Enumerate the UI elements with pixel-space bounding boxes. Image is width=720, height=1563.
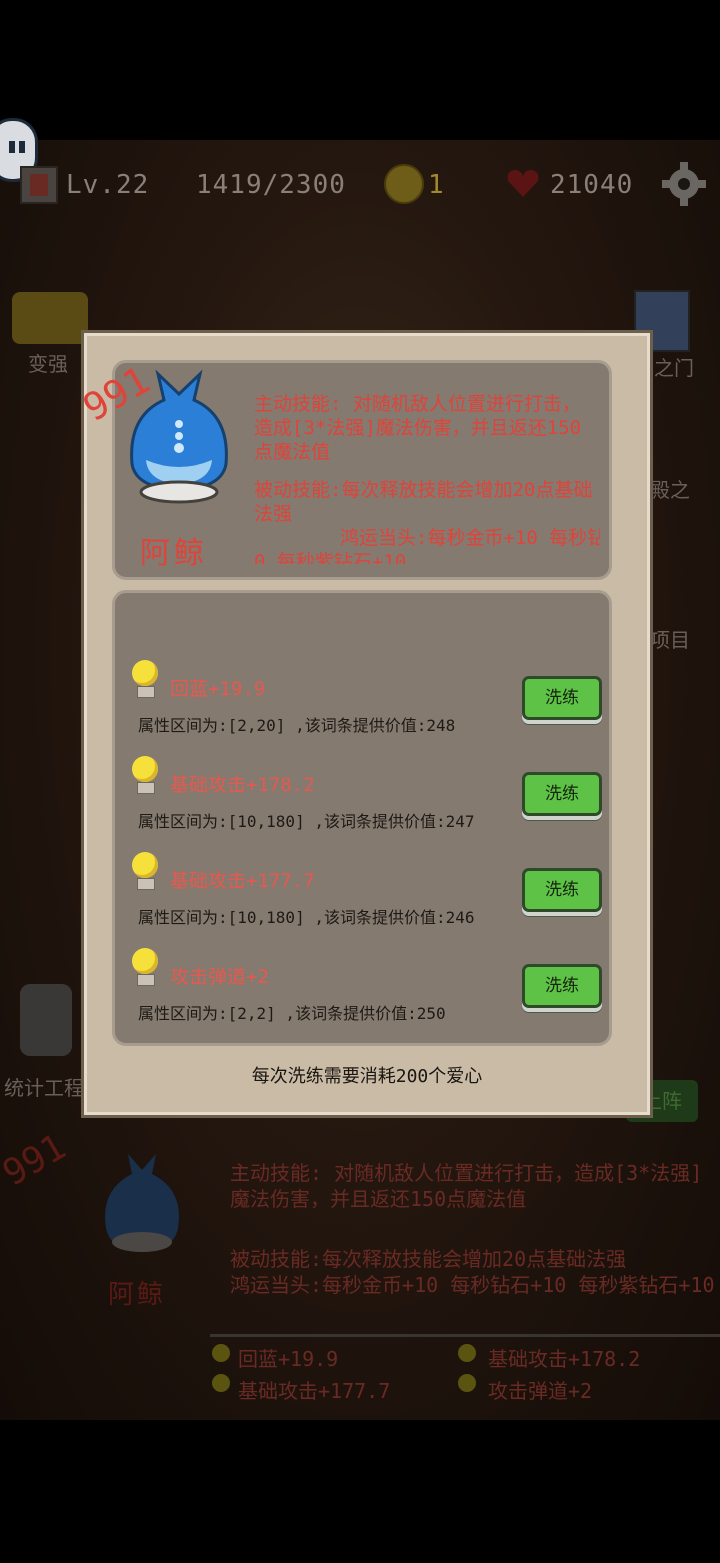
profile-icon[interactable] xyxy=(20,166,58,204)
heart-icon xyxy=(506,168,540,198)
lightbulb-icon xyxy=(132,852,158,878)
lightbulb-base xyxy=(137,974,155,986)
bg-hero-name: 阿鲸 xyxy=(108,1280,167,1310)
player-hud: Lv.22 1419/2300 1 21040 xyxy=(0,160,720,210)
stat-description: 属性区间为:[2,20] ,该词条提供价值:248 xyxy=(138,716,456,735)
gate-menu-label[interactable]: 之门 xyxy=(654,352,694,381)
project-menu-label[interactable]: 项目 xyxy=(650,624,690,653)
stat-title: 攻击弹道+2 xyxy=(170,966,269,988)
lightbulb-icon xyxy=(132,756,158,782)
statistics-menu-label[interactable]: 统计工程 xyxy=(4,1072,84,1101)
coin-icon xyxy=(384,164,424,204)
passive-skill-text: 被动技能:每次释放技能会增加20点基础法强 xyxy=(254,479,593,525)
bg-stat-2: 基础攻击+178.2 xyxy=(488,1347,641,1371)
bg-whale-icon xyxy=(94,1150,190,1260)
bg-stat-list: 回蓝+19.9 基础攻击+178.2 基础攻击+177.7 攻击弹道+2 xyxy=(210,1342,720,1406)
lightbulb-base xyxy=(137,878,155,890)
bg-luck-skill: 鸿运当头:每秒金币+10 每秒钻石+10 每秒紫钻石+10 xyxy=(230,1273,715,1297)
reforge-button[interactable]: 洗练 xyxy=(522,772,602,816)
coin-count: 1 xyxy=(428,170,445,200)
whale-hero-icon xyxy=(124,369,234,510)
bg-divider xyxy=(210,1334,720,1337)
bg-stat-4: 攻击弹道+2 xyxy=(488,1379,593,1403)
active-skill-text: 主动技能: 对随机敌人位置进行打击，造成[3*法强]魔法伤害，并且返还150点魔… xyxy=(254,393,582,463)
reforge-button[interactable]: 洗练 xyxy=(522,964,602,1008)
bg-passive-skill: 被动技能:每次释放技能会增加20点基础法强 xyxy=(230,1247,627,1271)
stat-row: 基础攻击+177.7 属性区间为:[10,180] ,该词条提供价值:246 洗… xyxy=(130,850,602,930)
hero-name: 阿鲸 xyxy=(140,536,208,571)
luck-skill-text-continued: 0 每秒紫钻石+10 xyxy=(254,551,407,564)
stat-row: 攻击弹道+2 属性区间为:[2,2] ,该词条提供价值:250 洗练 xyxy=(130,946,602,1026)
strengthen-menu-label[interactable]: 变强 xyxy=(28,348,68,377)
reforge-button[interactable]: 洗练 xyxy=(522,868,602,912)
player-level: Lv.22 xyxy=(66,170,150,200)
stat-title: 基础攻击+177.7 xyxy=(170,870,315,892)
lightbulb-base xyxy=(137,782,155,794)
stat-row: 回蓝+19.9 属性区间为:[2,20] ,该词条提供价值:248 洗练 xyxy=(130,658,602,738)
reforge-cost-note: 每次洗练需要消耗200个爱心 xyxy=(251,1066,483,1087)
stat-description: 属性区间为:[2,2] ,该词条提供价值:250 xyxy=(138,1004,446,1023)
heart-count: 21040 xyxy=(550,170,634,200)
stat-title: 回蓝+19.9 xyxy=(170,678,266,700)
strengthen-menu-icon[interactable] xyxy=(12,292,88,344)
player-exp: 1419/2300 xyxy=(196,170,346,200)
temple-menu-label[interactable]: 殿之 xyxy=(650,474,690,503)
stat-description: 属性区间为:[10,180] ,该词条提供价值:247 xyxy=(138,812,475,831)
stat-row: 基础攻击+178.2 属性区间为:[10,180] ,该词条提供价值:247 洗… xyxy=(130,754,602,834)
bg-stat-1: 回蓝+19.9 xyxy=(238,1347,339,1371)
gear-icon[interactable] xyxy=(660,160,708,208)
statistics-character-icon[interactable] xyxy=(20,984,72,1056)
bg-active-skill: 主动技能: 对随机敌人位置进行打击，造成[3*法强]魔法伤害，并且返还150点魔… xyxy=(230,1161,703,1211)
bg-stat-3: 基础攻击+177.7 xyxy=(238,1379,391,1403)
lightbulb-icon xyxy=(132,660,158,686)
reforge-button[interactable]: 洗练 xyxy=(522,676,602,720)
stat-title: 基础攻击+178.2 xyxy=(170,774,315,796)
lightbulb-icon xyxy=(132,948,158,974)
luck-skill-text: 鸿运当头:每秒金币+10 每秒钻石+10 xyxy=(340,527,600,549)
lightbulb-base xyxy=(137,686,155,698)
stat-description: 属性区间为:[10,180] ,该词条提供价值:246 xyxy=(138,908,475,927)
